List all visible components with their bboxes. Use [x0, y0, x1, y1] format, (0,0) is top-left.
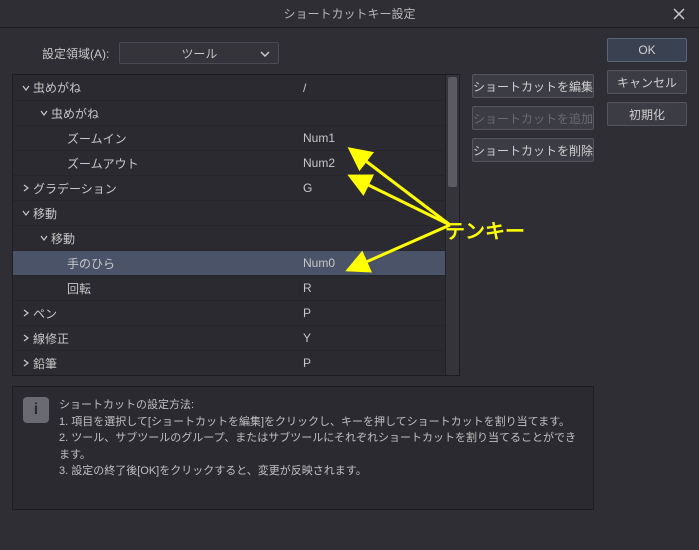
- tree-row[interactable]: 虫めがね /: [13, 75, 459, 100]
- tree-item-key: R: [303, 281, 312, 295]
- tree-item-name: 手のひら: [67, 255, 115, 272]
- chevron-right-icon[interactable]: [19, 359, 33, 367]
- tree-row[interactable]: 移動: [13, 200, 459, 225]
- shortcut-tree: 虫めがね/虫めがねズームインNum1ズームアウトNum2グラデーションG移動移動…: [12, 74, 460, 376]
- chevron-down-icon[interactable]: [37, 234, 51, 242]
- add-shortcut-button: ショートカットを追加: [472, 106, 594, 130]
- ok-button[interactable]: OK: [607, 38, 687, 62]
- tree-item-name: 虫めがね: [51, 105, 99, 122]
- edit-shortcut-button[interactable]: ショートカットを編集: [472, 74, 594, 98]
- close-icon: [673, 8, 685, 20]
- info-text: ショートカットの設定方法: 1. 項目を選択して[ショートカットを編集]をクリッ…: [59, 397, 583, 499]
- tree-item-name: 移動: [33, 205, 57, 222]
- chevron-down-icon[interactable]: [19, 209, 33, 217]
- tree-item-name: ペン: [33, 305, 57, 322]
- tree-item-key: P: [303, 306, 311, 320]
- tree-row[interactable]: 移動: [13, 225, 459, 250]
- tree-item-key: Num1: [303, 131, 335, 145]
- info-box: i ショートカットの設定方法: 1. 項目を選択して[ショートカットを編集]をク…: [12, 386, 594, 510]
- tree-row[interactable]: 回転 R: [13, 275, 459, 300]
- chevron-down-icon: [260, 46, 270, 60]
- chevron-down-icon[interactable]: [37, 109, 51, 117]
- tree-item-key: /: [303, 81, 306, 95]
- tree-item-name: グラデーション: [33, 180, 117, 197]
- chevron-right-icon[interactable]: [19, 334, 33, 342]
- tree-row[interactable]: 手のひら Num0: [13, 250, 459, 275]
- tree-item-name: 虫めがね: [33, 79, 81, 96]
- setting-area-label: 設定領域(A):: [42, 45, 109, 62]
- tree-row[interactable]: ズームアウト Num2: [13, 150, 459, 175]
- tree-item-key: G: [303, 181, 312, 195]
- reset-button[interactable]: 初期化: [607, 102, 687, 126]
- tree-item-key: P: [303, 356, 311, 370]
- info-icon: i: [23, 397, 49, 423]
- chevron-down-icon[interactable]: [19, 84, 33, 92]
- tree-row[interactable]: ペン P: [13, 300, 459, 325]
- chevron-right-icon[interactable]: [19, 184, 33, 192]
- chevron-right-icon[interactable]: [19, 309, 33, 317]
- cancel-button[interactable]: キャンセル: [607, 70, 687, 94]
- tree-row[interactable]: 線修正 Y: [13, 325, 459, 350]
- tree-item-name: 鉛筆: [33, 355, 57, 372]
- dialog-title: ショートカットキー設定: [283, 5, 415, 22]
- tree-row[interactable]: 鉛筆 P: [13, 350, 459, 375]
- tree-row[interactable]: 虫めがね: [13, 100, 459, 125]
- tree-row[interactable]: ズームイン Num1: [13, 125, 459, 150]
- scrollbar-thumb[interactable]: [448, 77, 457, 187]
- tree-item-key: Num0: [303, 256, 335, 270]
- tree-item-name: 線修正: [33, 330, 69, 347]
- tree-item-key: Y: [303, 331, 311, 345]
- tree-item-name: ズームアウト: [67, 155, 139, 172]
- annotation-label: テンキー: [445, 215, 525, 244]
- setting-area-row: 設定領域(A): ツール: [12, 36, 687, 74]
- tree-item-name: ズームイン: [67, 130, 127, 147]
- tree-row[interactable]: グラデーション G: [13, 175, 459, 200]
- delete-shortcut-button[interactable]: ショートカットを削除: [472, 138, 594, 162]
- setting-area-value: ツール: [181, 45, 217, 62]
- tree-item-name: 移動: [51, 230, 75, 247]
- close-button[interactable]: [659, 0, 699, 28]
- titlebar: ショートカットキー設定: [0, 0, 699, 28]
- setting-area-select[interactable]: ツール: [119, 42, 279, 64]
- tree-item-name: 回転: [67, 280, 91, 297]
- tree-item-key: Num2: [303, 156, 335, 170]
